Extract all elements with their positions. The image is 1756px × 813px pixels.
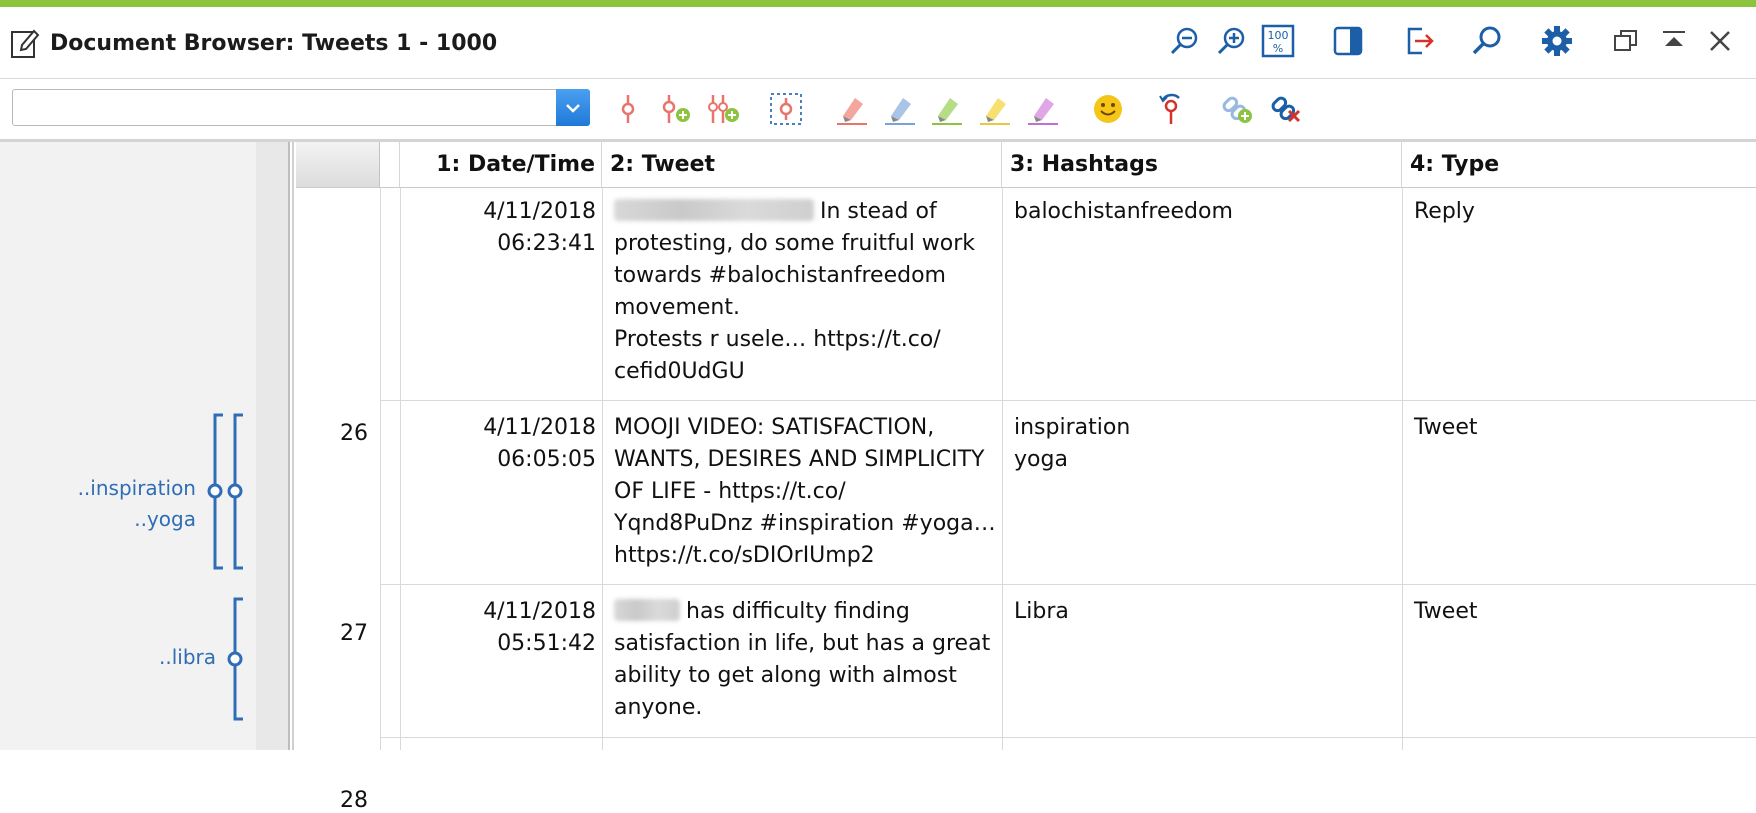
edit-document-icon [10, 27, 40, 59]
document-table: 1: Date/Time 2: Tweet 3: Hashtags 4: Typ… [296, 142, 1756, 813]
hashtag-value: Libra [1014, 599, 1069, 624]
redacted-username [614, 199, 814, 221]
export-icon[interactable] [1402, 23, 1438, 59]
hashtags-cell[interactable]: inspiration yoga [1014, 412, 1394, 476]
grid-line [380, 400, 1756, 401]
tweet-line: Protests r usele… https://t.co/ [614, 327, 941, 352]
code-margin-band [256, 142, 288, 750]
code-bracket-libra[interactable] [225, 597, 255, 721]
code-combo-box[interactable] [12, 89, 590, 126]
type-value: Tweet [1414, 599, 1478, 624]
type-value: Reply [1414, 199, 1475, 224]
date-value: 4/11/2018 [483, 599, 596, 624]
tweet-cell[interactable]: has difficulty finding satisfaction in l… [614, 596, 1000, 724]
row-number[interactable]: 27 [296, 621, 380, 646]
type-cell[interactable]: Tweet [1414, 412, 1744, 444]
code-select-icon[interactable] [768, 91, 804, 127]
time-value: 06:05:05 [497, 447, 596, 472]
code-label-yoga[interactable]: ..yoga [50, 507, 196, 531]
type-value: Tweet [1414, 415, 1478, 440]
date-cell[interactable]: 4/11/2018 06:23:41 [400, 196, 596, 260]
hashtags-cell[interactable]: Libra [1014, 596, 1394, 628]
svg-text:100: 100 [1268, 29, 1289, 42]
tweet-line: Yqnd8PuDnz #inspiration #yoga… [614, 511, 996, 536]
tweet-line: ability to get along with almost [614, 663, 957, 688]
code-add-icon[interactable] [657, 91, 693, 127]
type-cell[interactable]: Tweet [1414, 596, 1744, 628]
tweet-line: https://t.co/sDIOrIUmp2 [614, 543, 875, 568]
grid-line [380, 188, 381, 750]
link-add-icon[interactable] [1219, 91, 1255, 127]
title-bar: Document Browser: Tweets 1 - 1000 100% [0, 7, 1756, 79]
margin-separator[interactable] [288, 142, 290, 750]
row-number[interactable]: 26 [296, 421, 380, 446]
code-multi-icon[interactable] [705, 91, 741, 127]
tweet-line: In stead of [820, 199, 937, 224]
chevron-down-icon[interactable] [556, 89, 590, 126]
grid-line [380, 737, 1756, 738]
tweet-line: cefid0UdGU [614, 359, 745, 384]
tweet-cell[interactable]: MOOJI VIDEO: SATISFACTION, WANTS, DESIRE… [614, 412, 1000, 572]
restore-window-icon[interactable] [1608, 23, 1644, 59]
close-icon[interactable] [1702, 23, 1738, 59]
minimize-icon[interactable] [1656, 23, 1692, 59]
tweet-line: anyone. [614, 695, 703, 720]
search-icon[interactable] [1469, 23, 1505, 59]
code-label-inspiration[interactable]: ..inspiration [50, 476, 196, 500]
header-corner[interactable] [296, 142, 380, 188]
time-value: 06:23:41 [497, 231, 596, 256]
hashtags-cell[interactable]: balochistanfreedom [1014, 196, 1394, 228]
accent-bar [0, 0, 1756, 7]
panel-toggle-icon[interactable] [1330, 23, 1366, 59]
link-remove-icon[interactable] [1268, 91, 1304, 127]
header-spacer [380, 142, 400, 188]
code-label-libra[interactable]: ..libra [70, 645, 216, 669]
undo-code-icon[interactable] [1153, 91, 1189, 127]
column-header-datetime[interactable]: 1: Date/Time [400, 142, 602, 188]
tweet-line: has difficulty finding [686, 599, 910, 624]
zoom-in-icon[interactable] [1213, 23, 1249, 59]
highlight-red-icon[interactable] [834, 91, 870, 127]
highlight-yellow-icon[interactable] [977, 91, 1013, 127]
zoom-out-icon[interactable] [1166, 23, 1202, 59]
redacted-username [614, 599, 680, 621]
hashtag-value: inspiration [1014, 415, 1131, 440]
margin-separator-inner [292, 142, 294, 750]
gear-icon[interactable] [1539, 23, 1575, 59]
grid-line [1002, 188, 1003, 750]
date-cell[interactable]: 4/11/2018 06:05:05 [400, 412, 596, 476]
svg-text:%: % [1273, 42, 1283, 55]
zoom-100-icon[interactable]: 100% [1260, 23, 1296, 59]
tweet-line: satisfaction in life, but has a great [614, 631, 991, 656]
tweet-line: WANTS, DESIRES AND SIMPLICITY [614, 447, 985, 472]
code-icon[interactable] [610, 91, 646, 127]
tweet-line: protesting, do some fruitful work [614, 231, 976, 256]
toolbar [0, 79, 1756, 142]
grid-line [602, 188, 603, 750]
date-value: 4/11/2018 [483, 415, 596, 440]
window-title: Document Browser: Tweets 1 - 1000 [50, 31, 498, 56]
tweet-line: OF LIFE - https://t.co/ [614, 479, 846, 504]
tweet-line: towards #balochistanfreedom [614, 263, 946, 288]
emoji-icon[interactable] [1090, 91, 1126, 127]
time-value: 05:51:42 [497, 631, 596, 656]
hashtag-value: balochistanfreedom [1014, 199, 1233, 224]
hashtag-value: yoga [1014, 447, 1068, 472]
highlight-purple-icon[interactable] [1025, 91, 1061, 127]
highlight-green-icon[interactable] [929, 91, 965, 127]
code-bracket-inspiration-yoga[interactable] [205, 413, 255, 570]
row-number[interactable]: 28 [296, 788, 380, 813]
grid-line [380, 584, 1756, 585]
highlight-blue-icon[interactable] [882, 91, 918, 127]
column-header-tweet[interactable]: 2: Tweet [602, 142, 1002, 188]
tweet-line: MOOJI VIDEO: SATISFACTION, [614, 415, 935, 440]
date-cell[interactable]: 4/11/2018 05:51:42 [400, 596, 596, 660]
column-header-hashtags[interactable]: 3: Hashtags [1002, 142, 1402, 188]
grid-line [1402, 188, 1403, 750]
type-cell[interactable]: Reply [1414, 196, 1744, 228]
column-header-type[interactable]: 4: Type [1402, 142, 1756, 188]
tweet-cell[interactable]: In stead of protesting, do some fruitful… [614, 196, 1000, 388]
tweet-line: movement. [614, 295, 740, 320]
date-value: 4/11/2018 [483, 199, 596, 224]
